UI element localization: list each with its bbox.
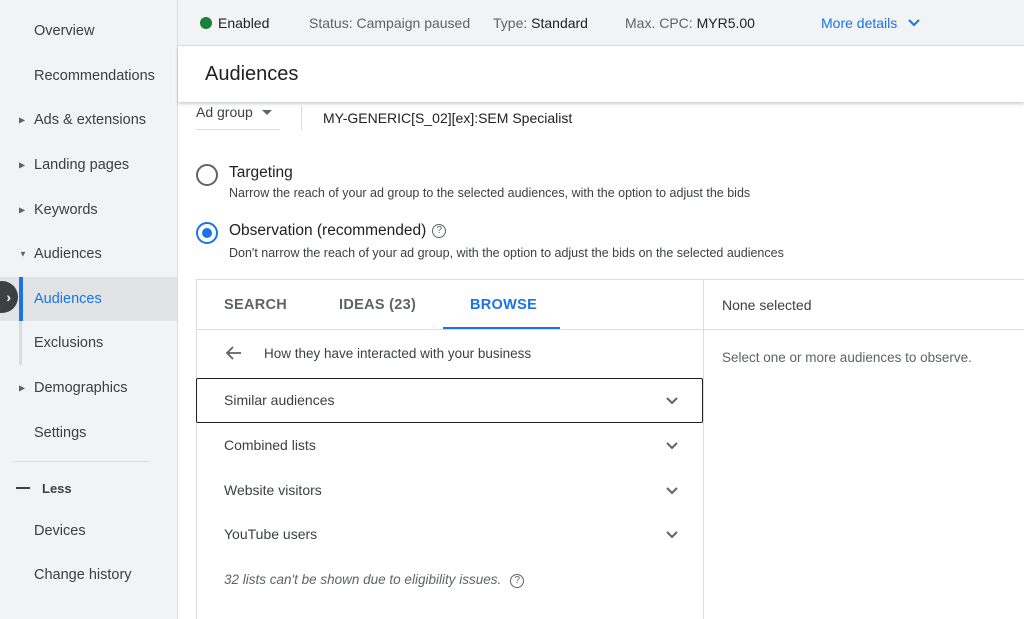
separator [301,106,302,130]
chevron-down-icon[interactable] [665,439,679,453]
sidebar-item-settings[interactable]: Settings [0,411,177,455]
tab-ideas[interactable]: IDEAS (23) [339,297,416,313]
sidebar-item-label: Landing pages [34,157,130,173]
tabs-divider [197,329,703,330]
campaign-type: Type: Standard [493,15,588,31]
cpc-value: MYR5.00 [696,15,755,31]
type-value: Standard [531,15,588,31]
type-key: Type: [493,15,528,31]
category-label: Combined lists [224,437,316,453]
audience-browser-panel: SEARCH IDEAS (23) BROWSE How they have i… [196,279,704,619]
ad-group-name: MY-GENERIC[S_02][ex]:SEM Specialist [323,110,573,126]
category-label: Website visitors [224,482,322,498]
sidebar-item-demographics[interactable]: ▶ Demographics [0,366,177,410]
targeting-radio[interactable] [196,164,218,186]
less-toggle[interactable]: Less [0,472,177,504]
sidebar-item-label: Keywords [34,202,98,218]
targeting-title[interactable]: Targeting [229,164,293,182]
caret-right-icon: ▶ [19,383,26,393]
active-indicator [19,277,23,321]
more-details-link[interactable]: More details [821,15,921,31]
campaign-status: Status: Campaign paused [309,15,470,31]
category-label: YouTube users [224,526,318,542]
sidebar-item-overview[interactable]: Overview [0,9,177,53]
sidebar-item-label: Change history [34,567,132,583]
enabled-status-icon [200,17,212,29]
category-row[interactable]: Combined lists [197,423,703,468]
sidebar-item-exclusions[interactable]: Exclusions [0,321,177,365]
sidebar-item-devices[interactable]: Devices [0,509,177,553]
select-underline [196,129,280,130]
sidebar-item-landing-pages[interactable]: ▶ Landing pages [0,143,177,187]
tab-browse[interactable]: BROWSE [470,297,537,313]
category-row[interactable]: Website visitors [197,468,703,513]
category-row[interactable]: YouTube users [197,512,703,557]
sidebar: Overview Recommendations ▶ Ads & extensi… [0,0,178,619]
category-label: Similar audiences [224,392,335,408]
caret-right-icon: ▶ [19,160,26,170]
observation-title: Observation (recommended) [229,222,427,239]
category-row[interactable]: Similar audiences [196,378,703,423]
sidebar-divider [14,461,150,462]
eligibility-notice-text: 32 lists can't be shown due to eligibili… [224,572,502,587]
caret-right-icon: ▶ [19,115,26,125]
browse-breadcrumb: How they have interacted with your busin… [264,346,532,361]
sidebar-item-label: Audiences [34,291,102,307]
sidebar-item-label: Settings [34,425,87,441]
selection-title: None selected [722,297,812,313]
status-value: Campaign paused [356,15,471,31]
sidebar-item-label: Audiences [34,246,102,262]
eligibility-notice: 32 lists can't be shown due to eligibili… [224,572,525,588]
sidebar-item-recommendations[interactable]: Recommendations [0,54,177,98]
selected-audiences-panel: None selected Select one or more audienc… [704,279,1024,619]
chevron-down-icon[interactable] [665,484,679,498]
tab-search[interactable]: SEARCH [224,297,287,313]
sidebar-item-label: Devices [34,523,86,539]
enabled-label: Enabled [218,15,270,31]
cpc-key: Max. CPC: [625,15,693,31]
chevron-down-icon[interactable] [665,394,679,408]
sidebar-item-label: Ads & extensions [34,112,147,128]
help-icon[interactable]: ? [432,224,447,238]
sidebar-item-ads-extensions[interactable]: ▶ Ads & extensions [0,98,177,142]
observation-option[interactable]: Observation (recommended)? [229,222,447,240]
sidebar-item-keywords[interactable]: ▶ Keywords [0,188,177,232]
less-label: Less [42,480,72,496]
status-key: Status: [309,15,353,31]
chevron-right-icon: › [6,289,11,305]
sidebar-item-audiences-group[interactable]: ▼ Audiences [0,232,177,276]
max-cpc: Max. CPC: MYR5.00 [625,15,755,31]
page-header: Audiences [178,46,1024,102]
observation-description: Don't narrow the reach of your ad group,… [229,246,784,260]
chevron-down-icon[interactable] [665,528,679,542]
back-arrow-icon[interactable] [224,343,244,363]
caret-right-icon: ▶ [19,205,26,215]
selection-hint: Select one or more audiences to observe. [722,350,972,365]
help-icon[interactable]: ? [510,574,525,588]
sidebar-item-label: Recommendations [34,68,155,84]
page-title: Audiences [205,63,299,85]
chevron-down-icon [908,19,920,27]
observation-radio[interactable] [196,222,218,244]
more-details-label: More details [821,15,898,31]
sidebar-item-label: Demographics [34,380,128,396]
targeting-description: Narrow the reach of your ad group to the… [229,186,751,200]
sidebar-item-audiences[interactable]: Audiences [0,277,177,321]
panel-divider [704,329,1024,330]
sidebar-item-label: Overview [34,23,95,39]
sidebar-item-label: Exclusions [34,335,104,351]
campaign-status-bar: Enabled Status: Campaign paused Type: St… [178,0,1024,46]
ad-group-select[interactable]: Ad group [196,104,253,120]
caret-down-icon: ▼ [19,249,27,259]
dropdown-caret-icon[interactable] [262,110,272,115]
sidebar-item-change-history[interactable]: Change history [0,553,177,597]
